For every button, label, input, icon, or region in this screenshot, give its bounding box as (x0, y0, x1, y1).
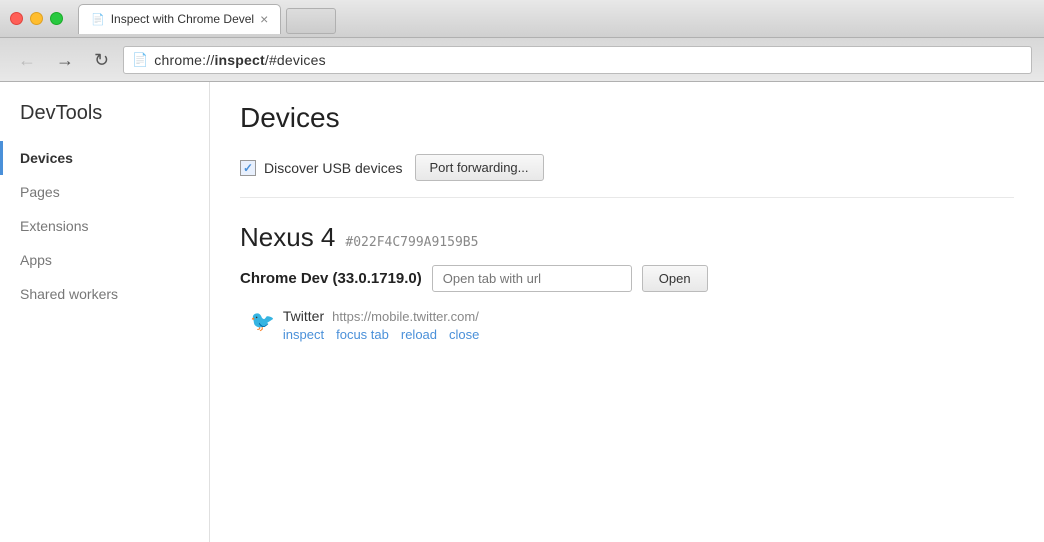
minimize-window-button[interactable] (30, 12, 43, 25)
device-section: Nexus 4 #022F4C799A9159B5 Chrome Dev (33… (240, 222, 1014, 342)
discover-usb-checkbox-wrap: ✓ Discover USB devices (240, 160, 403, 176)
active-tab[interactable]: 📄 Inspect with Chrome Devel × (78, 4, 281, 34)
sidebar-item-pages[interactable]: Pages (0, 175, 209, 209)
sidebar-item-apps[interactable]: Apps (0, 243, 209, 277)
tab-item-actions: inspect focus tab reload close (283, 327, 479, 342)
tab-item-twitter: 🐦 Twitter https://mobile.twitter.com/ in… (250, 308, 1014, 342)
address-bar: ← → ↻ 📄 chrome://inspect/#devices (0, 38, 1044, 82)
tab-page-icon: 📄 (91, 13, 105, 26)
title-bar: 📄 Inspect with Chrome Devel × (0, 0, 1044, 38)
discover-usb-checkbox[interactable]: ✓ (240, 160, 256, 176)
open-tab-input[interactable] (432, 265, 632, 292)
page-title: Devices (240, 102, 1014, 134)
url-bold: inspect (214, 52, 264, 68)
close-link[interactable]: close (449, 327, 479, 342)
main-content: Devices ✓ Discover USB devices Port forw… (210, 82, 1044, 542)
tab-close-button[interactable]: × (260, 11, 268, 27)
tab-item-url: https://mobile.twitter.com/ (332, 309, 479, 324)
content-area: DevTools Devices Pages Extensions Apps S… (0, 82, 1044, 542)
chrome-dev-row: Chrome Dev (33.0.1719.0) Open (240, 265, 1014, 292)
chrome-dev-label: Chrome Dev (33.0.1719.0) (240, 270, 422, 287)
forward-button[interactable]: → (50, 49, 80, 71)
reload-link[interactable]: reload (401, 327, 437, 342)
device-name-row: Nexus 4 #022F4C799A9159B5 (240, 222, 1014, 253)
inspect-link[interactable]: inspect (283, 327, 324, 342)
traffic-lights (10, 12, 63, 25)
tab-item-info: Twitter https://mobile.twitter.com/ insp… (283, 308, 479, 342)
sidebar-item-devices[interactable]: Devices (0, 141, 209, 175)
maximize-window-button[interactable] (50, 12, 63, 25)
url-prefix: chrome:// (154, 52, 214, 68)
address-input-wrap[interactable]: 📄 chrome://inspect/#devices (123, 46, 1032, 74)
tab-item-name: Twitter (283, 308, 324, 324)
close-window-button[interactable] (10, 12, 23, 25)
tab-item-title-row: Twitter https://mobile.twitter.com/ (283, 308, 479, 324)
discover-usb-label: Discover USB devices (264, 160, 403, 176)
focus-tab-link[interactable]: focus tab (336, 327, 389, 342)
discover-usb-row: ✓ Discover USB devices Port forwarding..… (240, 154, 1014, 198)
sidebar-item-shared-workers[interactable]: Shared workers (0, 277, 209, 311)
page-icon: 📄 (132, 52, 148, 68)
address-text: chrome://inspect/#devices (154, 52, 326, 68)
checkmark-icon: ✓ (243, 161, 253, 175)
open-tab-button[interactable]: Open (642, 265, 708, 292)
url-suffix: /#devices (265, 52, 326, 68)
twitter-icon: 🐦 (250, 309, 275, 334)
tab-title: Inspect with Chrome Devel (111, 12, 254, 26)
device-name: Nexus 4 (240, 222, 335, 253)
sidebar-item-extensions[interactable]: Extensions (0, 209, 209, 243)
back-button[interactable]: ← (12, 49, 42, 71)
sidebar-title: DevTools (0, 102, 209, 141)
tab-bar: 📄 Inspect with Chrome Devel × (78, 4, 1034, 34)
sidebar: DevTools Devices Pages Extensions Apps S… (0, 82, 210, 542)
port-forwarding-button[interactable]: Port forwarding... (415, 154, 544, 181)
new-tab-button[interactable] (286, 8, 336, 34)
device-id: #022F4C799A9159B5 (345, 235, 478, 250)
reload-button[interactable]: ↻ (88, 49, 115, 71)
